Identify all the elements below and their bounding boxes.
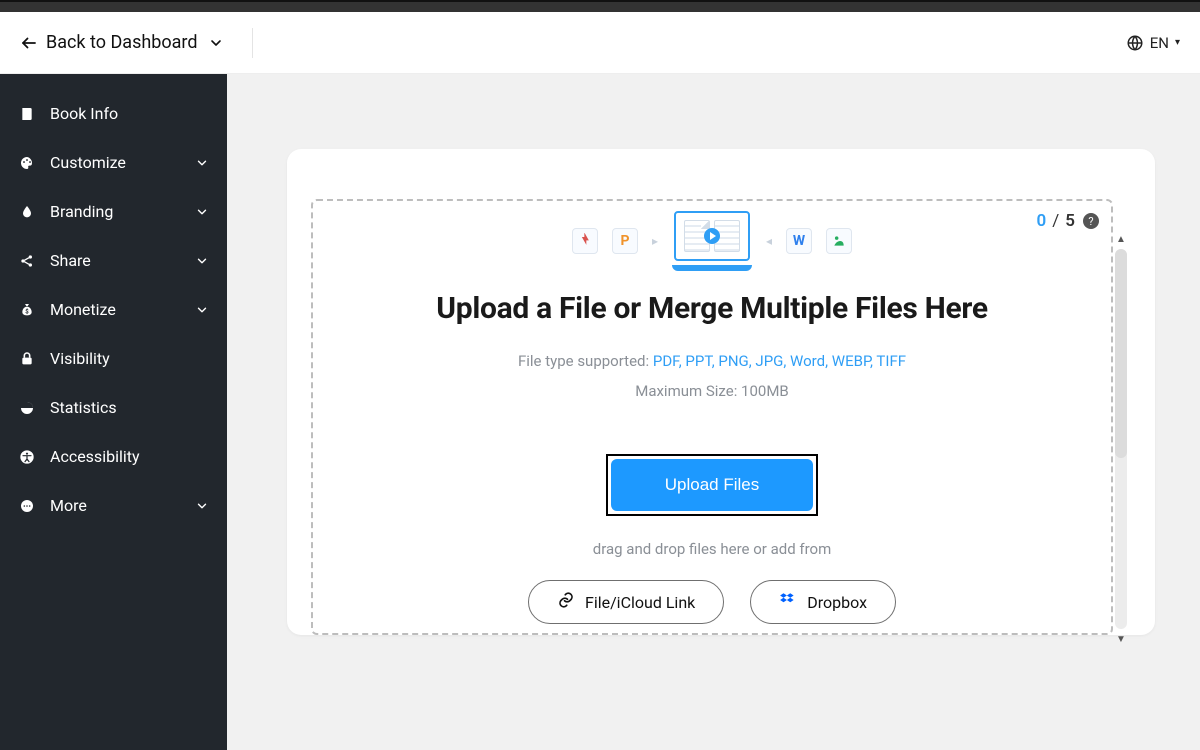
triangle-left-icon: ◂: [766, 234, 772, 248]
svg-text:$: $: [25, 308, 29, 315]
card-scrollbar[interactable]: ▲ ▼: [1115, 249, 1127, 629]
more-icon: [18, 497, 36, 515]
alternative-sources-row: File/iCloud Link Dropbox: [528, 580, 896, 624]
arrow-left-icon: [20, 34, 38, 52]
dropbox-label: Dropbox: [807, 593, 867, 612]
sidebar-item-book-info[interactable]: Book Info: [18, 104, 209, 123]
sidebar-item-label: Customize: [50, 153, 126, 172]
share-icon: [18, 252, 36, 270]
chevron-down-icon: [208, 35, 224, 51]
file-icloud-link-label: File/iCloud Link: [585, 593, 695, 612]
scroll-track[interactable]: [1115, 249, 1127, 629]
sidebar-item-customize[interactable]: Customize: [18, 153, 209, 172]
sidebar-item-label: Share: [50, 251, 91, 270]
chevron-down-icon: [195, 156, 209, 170]
dropbox-icon: [779, 591, 797, 613]
lock-icon: [18, 350, 36, 368]
sidebar-item-label: Branding: [50, 202, 113, 221]
chevron-down-icon: [195, 254, 209, 268]
scroll-up-icon[interactable]: ▲: [1115, 231, 1127, 247]
laptop-icon: [672, 211, 752, 271]
window-title-bar: [0, 2, 1200, 12]
chevron-down-icon: [195, 499, 209, 513]
sidebar-item-label: More: [50, 496, 87, 515]
triangle-right-icon: ▸: [652, 234, 658, 248]
sidebar-item-more[interactable]: More: [18, 496, 209, 515]
back-to-dashboard-button[interactable]: Back to Dashboard: [20, 28, 253, 58]
app-header: Back to Dashboard EN ▾: [0, 12, 1200, 74]
upload-button-frame: Upload Files: [606, 454, 819, 516]
book-icon: [18, 105, 36, 123]
language-selector[interactable]: EN ▾: [1126, 34, 1180, 52]
sidebar-item-visibility[interactable]: Visibility: [18, 349, 209, 368]
sidebar-item-monetize[interactable]: $ Monetize: [18, 300, 209, 319]
palette-icon: [18, 154, 36, 172]
globe-icon: [1126, 34, 1144, 52]
file-type-illustration: P ▸ ◂ W: [572, 211, 852, 271]
drop-icon: [18, 203, 36, 221]
sidebar-item-statistics[interactable]: Statistics: [18, 398, 209, 417]
dropbox-button[interactable]: Dropbox: [750, 580, 896, 624]
scroll-down-icon[interactable]: ▼: [1115, 631, 1127, 647]
pie-icon: [18, 399, 36, 417]
header-separator: [252, 28, 253, 58]
sidebar-item-label: Accessibility: [50, 447, 140, 466]
upload-max-size: Maximum Size: 100MB: [635, 382, 789, 400]
help-icon[interactable]: ?: [1083, 213, 1099, 229]
main-content: 0 / 5 ? P ▸: [227, 74, 1200, 750]
sidebar-item-branding[interactable]: Branding: [18, 202, 209, 221]
universal-access-icon: [18, 448, 36, 466]
chevron-down-icon: [195, 303, 209, 317]
sidebar-item-share[interactable]: Share: [18, 251, 209, 270]
drag-drop-hint: drag and drop files here or add from: [593, 540, 832, 558]
sidebar-item-label: Monetize: [50, 300, 116, 319]
sidebar-item-accessibility[interactable]: Accessibility: [18, 447, 209, 466]
link-icon: [557, 591, 575, 613]
file-types-label: File type supported:: [518, 352, 653, 370]
upload-card: 0 / 5 ? P ▸: [287, 149, 1155, 635]
sidebar-item-label: Visibility: [50, 349, 110, 368]
upload-file-types: File type supported: PDF, PPT, PNG, JPG,…: [518, 352, 906, 370]
counter-max: 5: [1065, 211, 1075, 231]
back-label: Back to Dashboard: [46, 32, 198, 53]
counter-current: 0: [1037, 211, 1047, 231]
upload-dropzone[interactable]: 0 / 5 ? P ▸: [311, 199, 1113, 635]
counter-separator: /: [1052, 211, 1059, 231]
upload-title: Upload a File or Merge Multiple Files He…: [436, 291, 987, 326]
file-types-list: PDF, PPT, PNG, JPG, Word, WEBP, TIFF: [653, 352, 906, 370]
caret-down-icon: ▾: [1175, 37, 1180, 48]
upload-counter: 0 / 5 ?: [1037, 211, 1099, 231]
sidebar-item-label: Statistics: [50, 398, 117, 417]
ppt-icon: P: [612, 228, 638, 254]
pdf-icon: [572, 228, 598, 254]
image-icon: [826, 228, 852, 254]
sidebar-item-label: Book Info: [50, 104, 118, 123]
file-icloud-link-button[interactable]: File/iCloud Link: [528, 580, 724, 624]
word-icon: W: [786, 228, 812, 254]
upload-files-button[interactable]: Upload Files: [611, 459, 814, 511]
scroll-thumb[interactable]: [1115, 249, 1127, 458]
chevron-down-icon: [195, 205, 209, 219]
money-bag-icon: $: [18, 301, 36, 319]
language-label: EN: [1150, 34, 1169, 52]
sidebar: Book Info Customize Branding: [0, 74, 227, 750]
